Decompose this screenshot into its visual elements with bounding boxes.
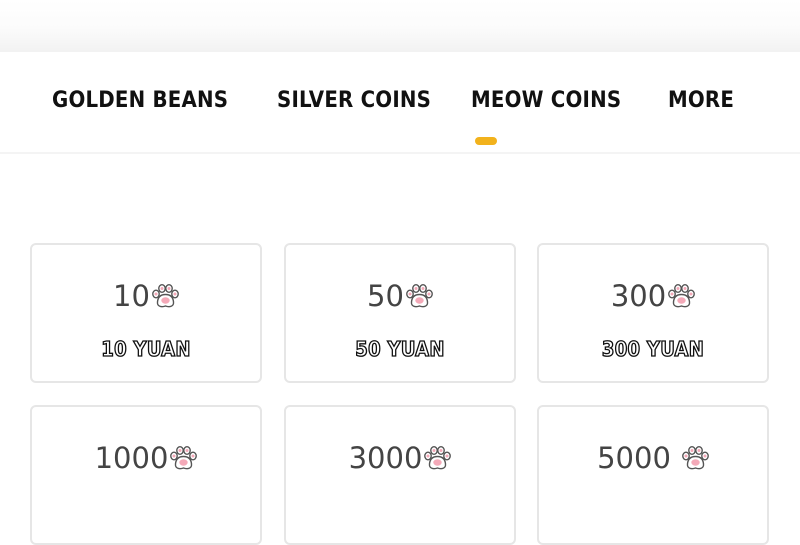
package-card-300[interactable]: 300 300 YUAN <box>537 243 769 383</box>
cat-paw-icon <box>423 445 452 471</box>
package-amount: 10 <box>113 279 150 313</box>
package-card-3000[interactable]: 3000 <box>284 405 516 545</box>
cat-paw-icon <box>169 445 198 471</box>
package-price: 300 YUAN <box>601 336 705 361</box>
cat-paw-icon <box>405 283 433 309</box>
package-card-50[interactable]: 50 50 YUAN <box>284 243 516 383</box>
package-amount: 5000 <box>597 441 671 475</box>
package-grid: 10 10 YUAN 50 50 YUAN 300 300 YUAN 1000 … <box>0 0 800 545</box>
package-card-5000[interactable]: 5000 <box>537 405 769 545</box>
package-price: 10 YUAN <box>101 336 191 361</box>
package-card-1000[interactable]: 1000 <box>30 405 262 545</box>
cat-paw-icon <box>151 283 179 309</box>
package-amount: 3000 <box>348 441 423 475</box>
package-amount: 300 <box>610 279 667 313</box>
package-amount: 50 <box>367 279 404 313</box>
cat-paw-icon <box>681 445 709 471</box>
package-price: 50 YUAN <box>355 336 445 361</box>
package-card-10[interactable]: 10 10 YUAN <box>30 243 262 383</box>
package-amount: 1000 <box>94 441 169 475</box>
cat-paw-icon <box>667 283 696 309</box>
